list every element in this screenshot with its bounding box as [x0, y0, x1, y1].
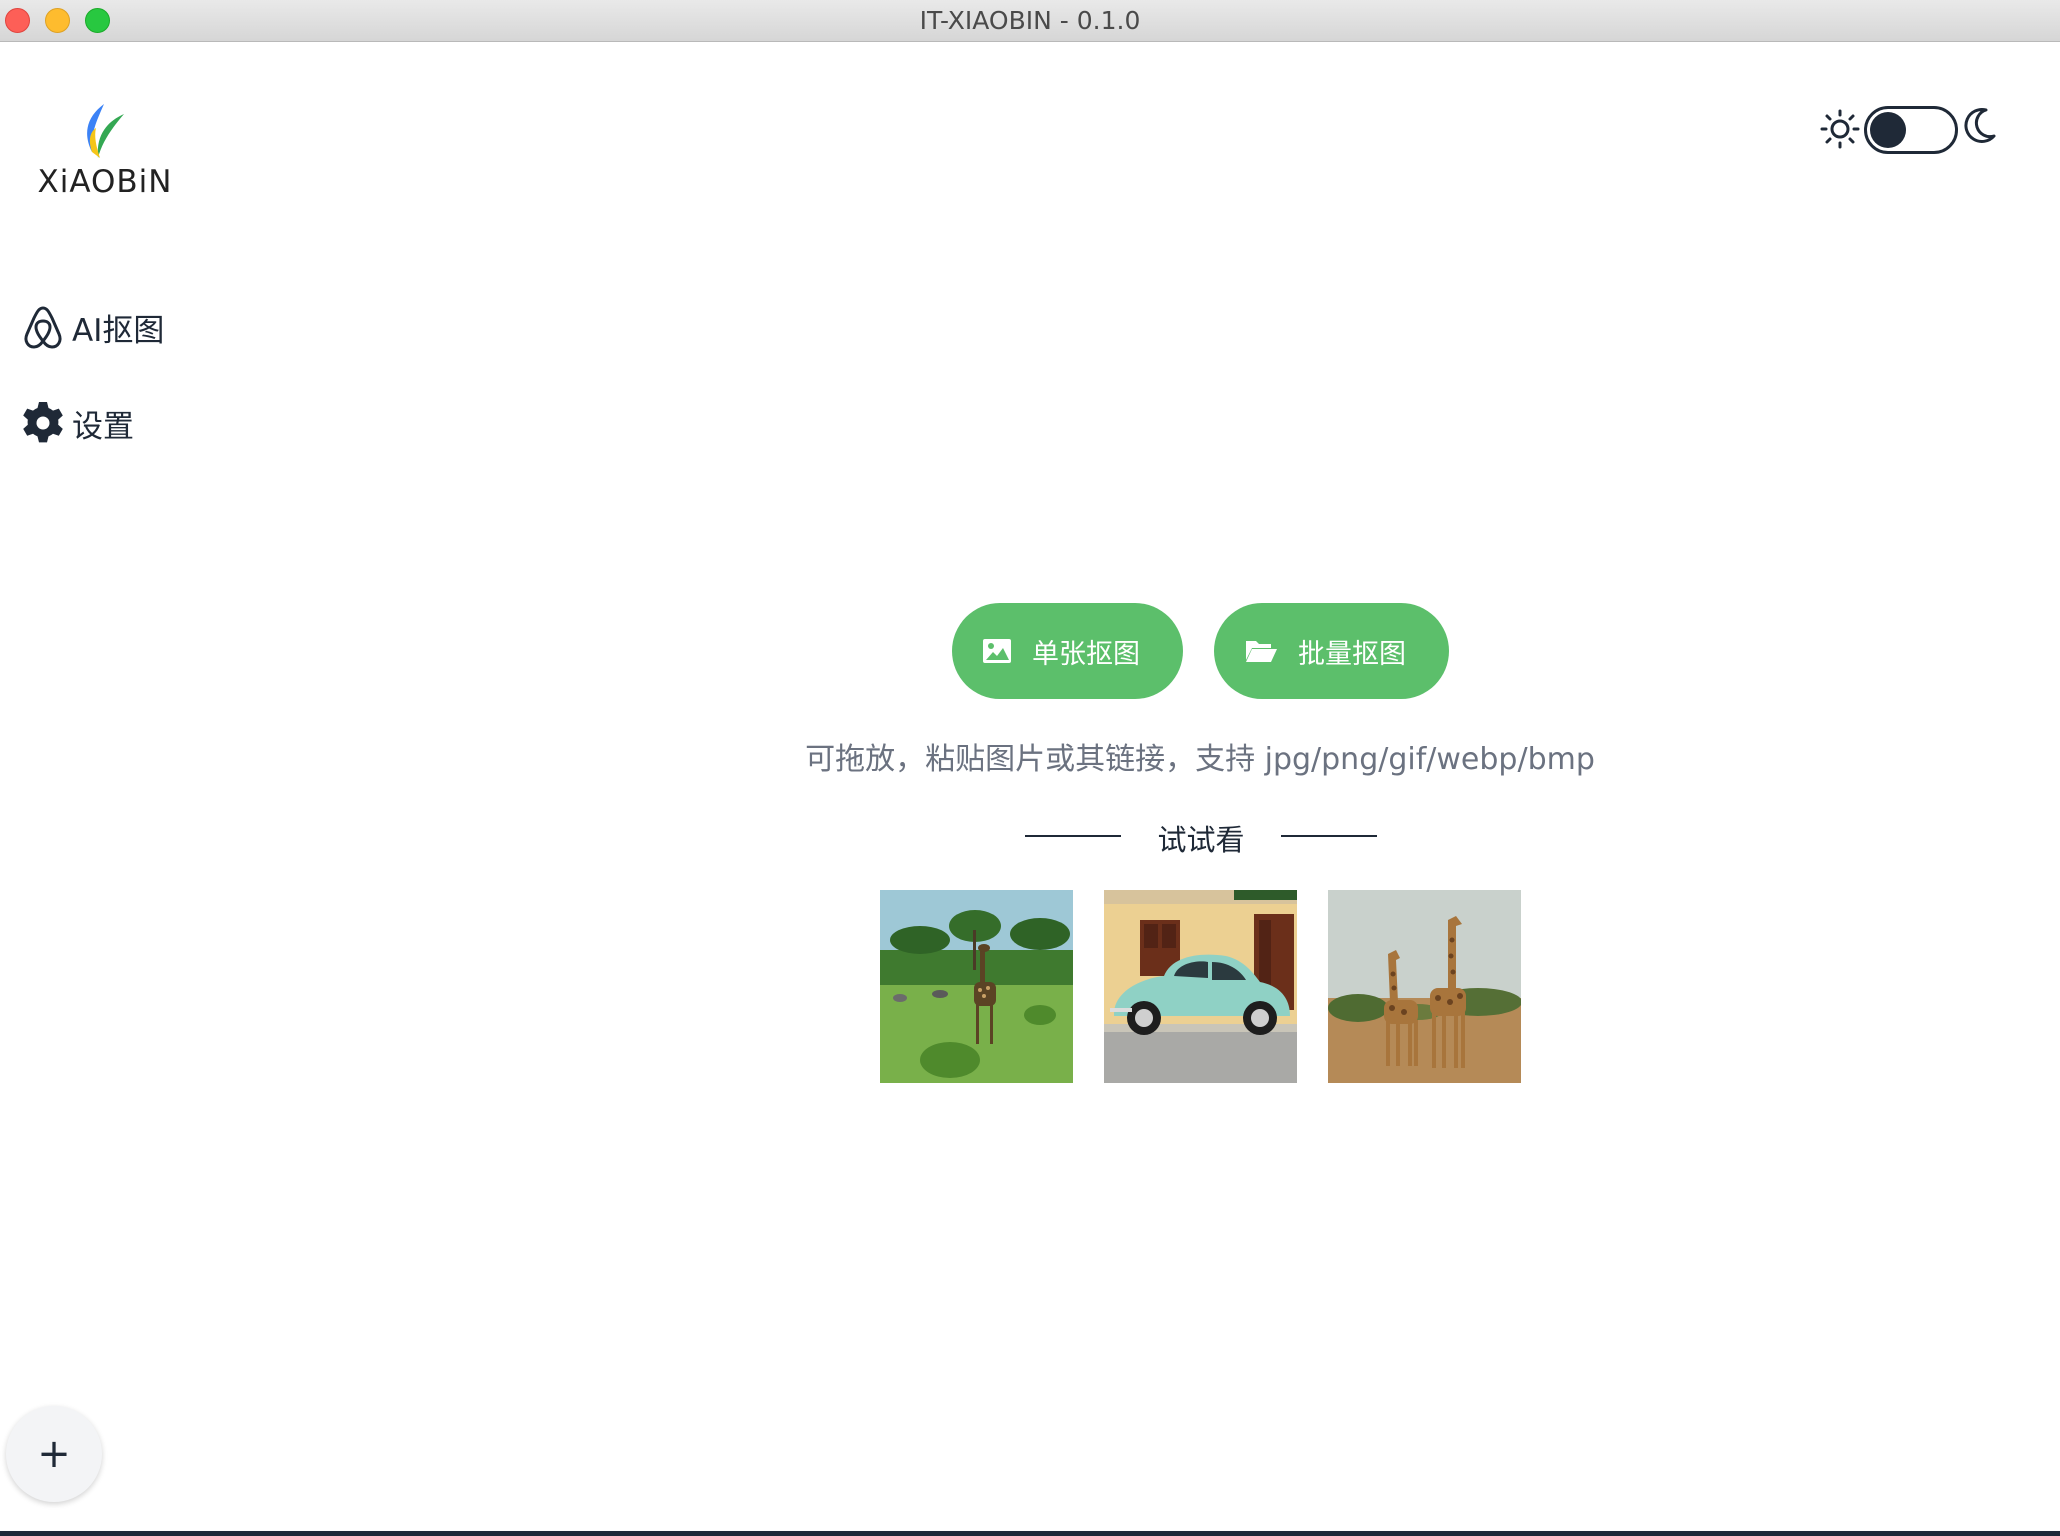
- sidebar-item-settings[interactable]: 设置: [20, 398, 134, 448]
- sun-icon: [1820, 109, 1860, 149]
- window-bottom-edge: [0, 1531, 2060, 1536]
- moon-icon: [1964, 108, 1996, 143]
- divider-line: [1025, 835, 1121, 837]
- sample-image-car[interactable]: [1104, 890, 1297, 1083]
- app-window: IT-XIAOBIN - 0.1.0 XiAOBiN AI抠图 设置 单张抠图 …: [0, 0, 2060, 1536]
- logo-flame-icon: [87, 104, 124, 158]
- drop-hint: 可拖放，粘贴图片或其链接，支持 jpg/png/gif/webp/bmp: [805, 742, 1595, 777]
- divider-line: [1281, 835, 1377, 837]
- batch-cutout-label: 批量抠图: [1298, 638, 1406, 670]
- plus-icon: +: [37, 1431, 71, 1477]
- theme-switch-knob: [1870, 112, 1906, 148]
- theme-switch[interactable]: [1864, 106, 1958, 154]
- single-cutout-button[interactable]: 单张抠图: [952, 603, 1183, 699]
- single-cutout-label: 单张抠图: [1032, 638, 1140, 670]
- window-title: IT-XIAOBIN - 0.1.0: [919, 6, 1141, 35]
- gear-icon: [20, 400, 66, 446]
- batch-cutout-button[interactable]: 批量抠图: [1214, 603, 1449, 699]
- airbnb-style-icon: [20, 304, 66, 350]
- try-it-divider: 试试看: [1025, 815, 1377, 857]
- theme-toggle[interactable]: [1820, 104, 1996, 154]
- sidebar-item-ai-cutout[interactable]: AI抠图: [20, 302, 164, 352]
- logo-text: XiAOBiN: [37, 164, 173, 200]
- folder-open-icon: [1244, 638, 1278, 664]
- title-bar: IT-XIAOBIN - 0.1.0: [0, 0, 2060, 42]
- app-logo: XiAOBiN: [30, 102, 180, 202]
- sample-image-giraffes[interactable]: [1328, 890, 1521, 1083]
- image-icon: [982, 638, 1012, 664]
- try-it-label: 试试看: [1157, 823, 1245, 857]
- sidebar-item-label: AI抠图: [72, 312, 165, 349]
- sidebar-item-label: 设置: [72, 408, 134, 445]
- add-button[interactable]: +: [6, 1406, 102, 1502]
- sample-image-giraffe[interactable]: [880, 890, 1073, 1083]
